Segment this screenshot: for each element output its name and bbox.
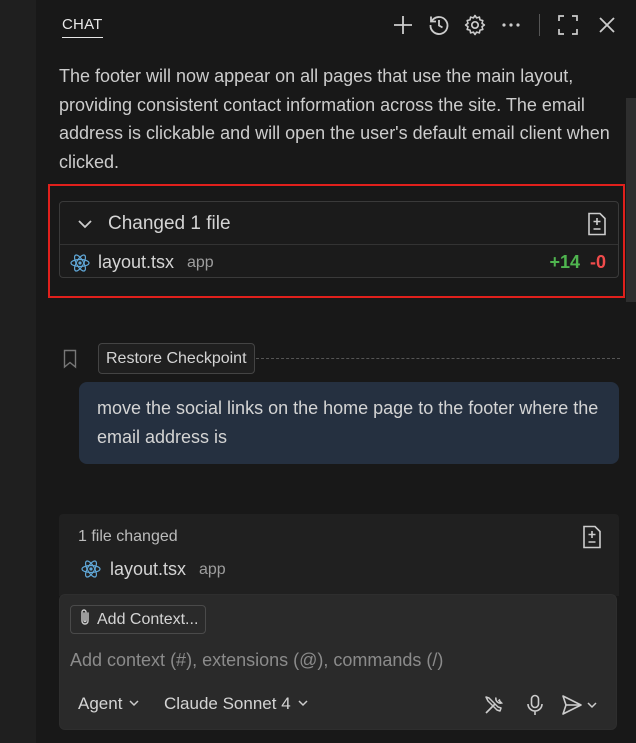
chat-header: CHAT bbox=[36, 0, 636, 52]
tools-icon[interactable] bbox=[482, 693, 506, 722]
view-diff-icon[interactable] bbox=[586, 212, 608, 241]
gear-icon[interactable] bbox=[462, 12, 488, 38]
agent-mode-select[interactable]: Agent bbox=[78, 694, 140, 714]
chevron-down-icon[interactable] bbox=[76, 215, 94, 238]
summary-file-name[interactable]: layout.tsx bbox=[110, 559, 186, 580]
summary-file-directory: app bbox=[199, 561, 226, 578]
changed-files-card: Changed 1 file layout.tsx app +14 -0 bbox=[59, 201, 619, 278]
react-icon bbox=[81, 559, 101, 584]
chevron-down-icon bbox=[128, 694, 140, 714]
model-select[interactable]: Claude Sonnet 4 bbox=[164, 694, 309, 714]
user-message: move the social links on the home page t… bbox=[79, 382, 619, 464]
close-icon[interactable] bbox=[594, 12, 620, 38]
add-context-label: Add Context... bbox=[97, 610, 199, 628]
changed-files-header[interactable]: Changed 1 file bbox=[60, 202, 618, 245]
microphone-icon[interactable] bbox=[523, 693, 547, 722]
react-icon bbox=[70, 253, 90, 278]
file-name: layout.tsx bbox=[98, 252, 175, 272]
view-diff-icon[interactable] bbox=[581, 525, 603, 554]
maximize-icon[interactable] bbox=[555, 12, 581, 38]
checkpoint-divider bbox=[256, 358, 620, 359]
chat-panel: CHAT The footer will now appear on all p… bbox=[36, 0, 636, 743]
chevron-down-icon bbox=[587, 702, 597, 709]
restore-checkpoint-button[interactable]: Restore Checkpoint bbox=[98, 343, 255, 374]
scrollbar-thumb[interactable] bbox=[626, 98, 636, 302]
send-icon bbox=[562, 695, 582, 715]
lines-removed: -0 bbox=[589, 252, 606, 272]
file-directory: app bbox=[187, 254, 214, 271]
assistant-message: The footer will now appear on all pages … bbox=[59, 66, 610, 172]
paperclip-icon bbox=[77, 608, 93, 631]
changed-files-title: Changed 1 file bbox=[108, 213, 231, 234]
header-separator bbox=[539, 14, 540, 36]
model-label: Claude Sonnet 4 bbox=[164, 694, 291, 713]
history-icon[interactable] bbox=[426, 12, 452, 38]
add-context-button[interactable]: Add Context... bbox=[70, 605, 207, 634]
plus-icon[interactable] bbox=[390, 12, 416, 38]
lines-added: +14 bbox=[549, 252, 580, 272]
changed-file-row[interactable]: layout.tsx app +14 -0 bbox=[60, 245, 618, 279]
send-button[interactable] bbox=[560, 693, 598, 717]
bookmark-icon[interactable] bbox=[63, 349, 77, 374]
left-edge-strip bbox=[0, 0, 36, 743]
mode-label: Agent bbox=[78, 694, 123, 713]
tab-chat[interactable]: CHAT bbox=[62, 16, 103, 38]
chat-input-box[interactable]: Add Context... Add context (#), extensio… bbox=[59, 594, 617, 730]
chat-input-placeholder[interactable]: Add context (#), extensions (@), command… bbox=[70, 650, 443, 671]
chevron-down-icon bbox=[297, 694, 309, 714]
files-changed-count: 1 file changed bbox=[78, 528, 178, 545]
changes-summary: 1 file changed layout.tsx app bbox=[59, 514, 619, 596]
more-icon[interactable] bbox=[498, 12, 524, 38]
